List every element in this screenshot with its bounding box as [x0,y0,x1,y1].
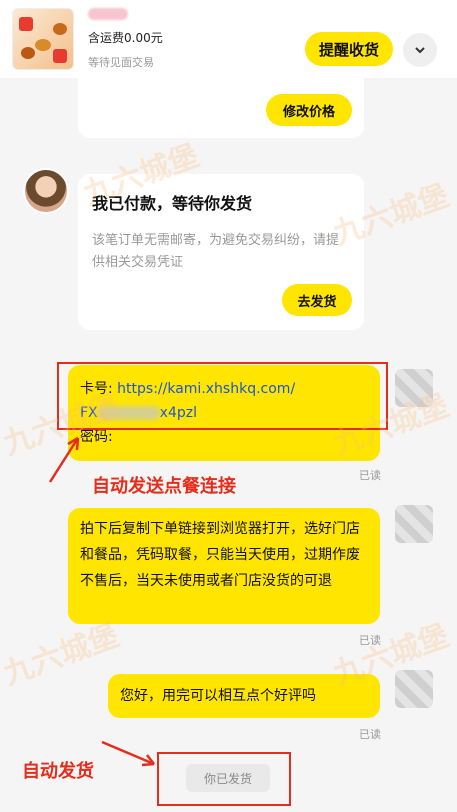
annotation-auto-link: 自动发送点餐连接 [92,476,236,497]
highlight-box-shipped [157,752,291,806]
watermark: 九六城堡 [0,618,124,693]
seller-avatar[interactable] [395,505,433,543]
modify-price-button[interactable]: 修改价格 [266,94,352,126]
price-card: 修改价格 [78,78,364,138]
seller-avatar[interactable] [395,670,433,708]
shipping-fee: 含运费0.00元 [88,30,163,45]
remind-receipt-button[interactable]: 提醒收货 [305,32,393,66]
annotation-auto-ship: 自动发货 [22,761,94,782]
expand-chevron-icon[interactable] [403,33,437,67]
blurred-product-name [88,8,128,20]
read-receipt: 已读 [359,469,381,482]
buyer-avatar[interactable] [23,168,69,214]
order-status: 等待见面交易 [88,56,154,69]
read-receipt: 已读 [359,728,381,741]
annotation-arrow-right [101,740,155,767]
product-info: 含运费0.00元 等待见面交易 [88,8,163,70]
product-thumbnail[interactable] [12,8,74,70]
go-ship-button[interactable]: 去发货 [282,284,352,316]
payment-description: 该笔订单无需邮寄，为避免交易纠纷，请提供相关交易凭证 [92,233,340,270]
instruction-message: 拍下后复制下单链接到浏览器打开，选好门店和餐品，凭码取餐，只能当天使用，过期作废… [68,508,380,624]
